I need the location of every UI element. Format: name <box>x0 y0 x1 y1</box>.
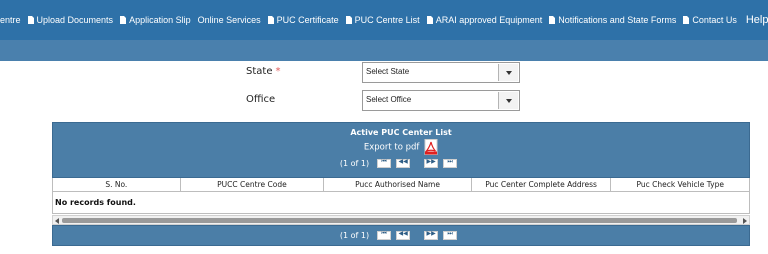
nav-item-label: PUC Certificate <box>276 15 339 25</box>
first-page-button[interactable]: ⏮ <box>377 230 392 240</box>
sub-navigation-bar <box>0 40 768 61</box>
document-icon <box>549 16 556 24</box>
column-header[interactable]: PUCC Centre Code <box>181 178 325 191</box>
required-marker: * <box>275 66 281 77</box>
nav-item-puc-certificate[interactable]: PUC Certificate <box>267 15 339 25</box>
prev-page-icon: ◀◀ <box>398 158 408 165</box>
column-header[interactable]: Puc Check Vehicle Type <box>611 178 749 191</box>
export-row: Export to pdf <box>53 139 749 155</box>
chevron-down-icon[interactable] <box>498 64 518 81</box>
office-row: Office Select Office <box>0 90 768 112</box>
export-label: Export to pdf <box>363 142 420 153</box>
nav-item-online-services[interactable]: Online Services <box>198 15 261 25</box>
next-page-icon: ▶▶ <box>426 158 436 165</box>
state-label: State * <box>246 66 281 77</box>
nav-item-label: Online Services <box>197 15 261 25</box>
nav-item-contact-us[interactable]: Contact Us <box>683 15 737 25</box>
table-footer-panel: (1 of 1) ⏮ ◀◀ ▶▶ ⏭ <box>52 225 750 246</box>
nav-item-label: Application Slip <box>129 15 191 25</box>
last-page-icon: ⏭ <box>447 158 453 165</box>
nav-item-label: entre <box>0 15 21 25</box>
nav-item-label: Help <box>745 14 768 26</box>
nav-item-centre[interactable]: entre <box>0 15 21 25</box>
page-report: (1 of 1) <box>339 159 370 168</box>
puc-center-table: Active PUC Center List Export to pdf (1 … <box>52 122 750 254</box>
next-page-button[interactable]: ▶▶ <box>424 158 439 168</box>
prev-page-button[interactable]: ◀◀ <box>396 158 411 168</box>
paginator-bottom: (1 of 1) ⏮ ◀◀ ▶▶ ⏭ <box>53 230 749 240</box>
next-page-icon: ▶▶ <box>426 230 436 237</box>
table-head: S. No. PUCC Centre Code Pucc Authorised … <box>52 178 750 192</box>
scroll-right-icon[interactable] <box>743 218 747 224</box>
table-title: Active PUC Center List <box>350 128 452 137</box>
scroll-left-icon[interactable] <box>55 218 59 224</box>
nav-item-application-slip[interactable]: Application Slip <box>120 15 191 25</box>
top-navigation: entre Upload Documents Application Slip … <box>0 0 768 40</box>
nav-item-label: ARAI approved Equipment <box>435 15 543 25</box>
paginator-top: (1 of 1) ⏮ ◀◀ ▶▶ ⏭ <box>53 158 749 168</box>
document-icon <box>120 16 127 24</box>
horizontal-scrollbar[interactable] <box>52 215 750 225</box>
nav-item-upload-documents[interactable]: Upload Documents <box>27 15 114 25</box>
page-report: (1 of 1) <box>339 231 370 240</box>
nav-item-label: Notifications and State Forms <box>558 15 677 25</box>
first-page-button[interactable]: ⏮ <box>377 158 392 168</box>
state-select[interactable]: Select State <box>362 62 520 83</box>
nav-item-puc-centre-list[interactable]: PUC Centre List <box>345 15 420 25</box>
prev-page-icon: ◀◀ <box>398 230 408 237</box>
nav-item-notifications[interactable]: Notifications and State Forms <box>549 15 676 25</box>
nav-item-label: PUC Centre List <box>354 15 420 25</box>
next-page-button[interactable]: ▶▶ <box>424 230 439 240</box>
nav-item-help[interactable]: Help <box>746 14 768 26</box>
document-icon <box>426 16 433 24</box>
office-select[interactable]: Select Office <box>362 90 520 111</box>
column-header[interactable]: Puc Center Complete Address <box>472 178 612 191</box>
nav-item-label: Upload Documents <box>36 15 114 25</box>
table-body: No records found. <box>52 192 750 214</box>
column-header[interactable]: Pucc Authorised Name <box>324 178 472 191</box>
pdf-icon[interactable] <box>424 139 438 155</box>
chevron-down-icon[interactable] <box>498 92 518 109</box>
first-page-icon: ⏮ <box>381 158 387 165</box>
office-label: Office <box>246 94 276 105</box>
state-row: State * Select State <box>0 62 768 84</box>
last-page-button[interactable]: ⏭ <box>443 158 458 168</box>
prev-page-button[interactable]: ◀◀ <box>396 230 411 240</box>
last-page-button[interactable]: ⏭ <box>443 230 458 240</box>
empty-message: No records found. <box>55 198 136 207</box>
document-icon <box>27 16 34 24</box>
document-icon <box>345 16 352 24</box>
nav-item-arai-approved-equipment[interactable]: ARAI approved Equipment <box>426 15 543 25</box>
first-page-icon: ⏮ <box>381 230 387 237</box>
column-header[interactable]: S. No. <box>53 178 181 191</box>
document-icon <box>683 16 690 24</box>
document-icon <box>267 16 274 24</box>
scroll-thumb[interactable] <box>62 218 737 223</box>
table-header-panel: Active PUC Center List Export to pdf (1 … <box>52 122 750 178</box>
nav-item-label: Contact Us <box>692 15 737 25</box>
office-select-value: Select Office <box>366 95 412 104</box>
state-select-value: Select State <box>366 67 410 76</box>
last-page-icon: ⏭ <box>447 230 453 237</box>
